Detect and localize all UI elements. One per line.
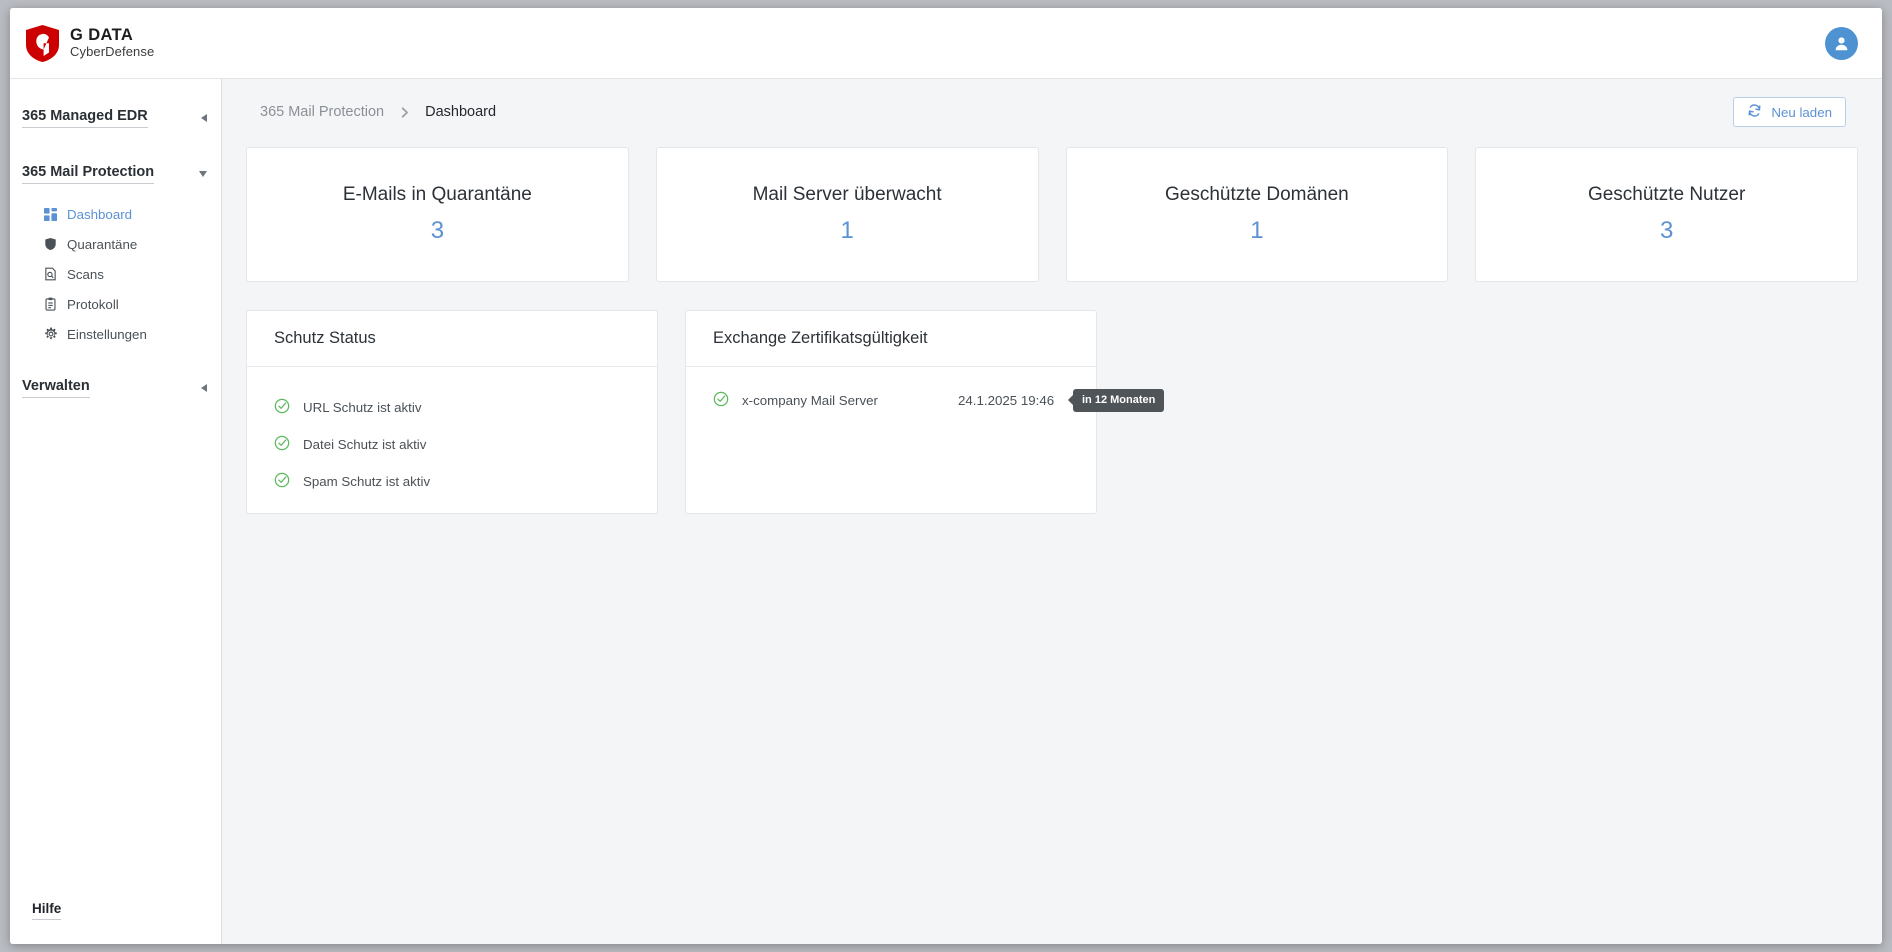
breadcrumb-current: Dashboard bbox=[425, 104, 497, 120]
shield-icon bbox=[43, 237, 58, 252]
sidebar-item-label: Scans bbox=[67, 266, 104, 282]
panel-row: Schutz Status URL Schutz ist aktiv Datei… bbox=[246, 310, 1858, 514]
sidebar-footer: Hilfe bbox=[10, 900, 221, 944]
list-item: URL Schutz ist aktiv bbox=[274, 389, 630, 426]
sidebar-item-label: Einstellungen bbox=[67, 326, 147, 342]
user-avatar[interactable] bbox=[1825, 26, 1858, 60]
sidebar: 365 Managed EDR 365 Mail Protection Dash… bbox=[10, 79, 222, 944]
stat-card-emails-quarantine[interactable]: E-Mails in Quarantäne 3 bbox=[246, 147, 629, 282]
protection-status-panel: Schutz Status URL Schutz ist aktiv Datei… bbox=[246, 310, 658, 514]
stat-card-title: Geschützte Domänen bbox=[1164, 184, 1349, 205]
triangle-down-icon bbox=[199, 171, 207, 177]
refresh-icon bbox=[1747, 103, 1762, 121]
breadcrumb: 365 Mail Protection Dashboard bbox=[260, 104, 496, 120]
list-item: x-company Mail Server 24.1.2025 19:46 in… bbox=[713, 388, 1165, 412]
reload-button[interactable]: Neu laden bbox=[1733, 97, 1846, 127]
stat-card-mail-server-monitored[interactable]: Mail Server überwacht 1 bbox=[655, 147, 1039, 282]
stat-card-value: 1 bbox=[1250, 217, 1264, 244]
stat-card-value: 3 bbox=[430, 217, 445, 244]
certificate-expiry-date: 24.1.2025 19:46 bbox=[958, 392, 1055, 408]
panel-title: Exchange Zertifikatsgültigkeit bbox=[686, 311, 1096, 367]
sidebar-item-label: Quarantäne bbox=[67, 236, 138, 252]
document-search-icon bbox=[43, 267, 58, 282]
sidebar-group-mail-protection[interactable]: 365 Mail Protection bbox=[10, 157, 221, 191]
stat-card-protected-users[interactable]: Geschützte Nutzer 3 bbox=[1475, 147, 1858, 282]
sidebar-item-list: Dashboard Quarantäne Scans Protokoll Ein… bbox=[10, 199, 221, 349]
brand-logo[interactable]: G DATA CyberDefense bbox=[26, 24, 155, 62]
clipboard-icon bbox=[43, 297, 58, 312]
status-label: Spam Schutz ist aktiv bbox=[303, 474, 431, 489]
sidebar-group-label: 365 Managed EDR bbox=[22, 108, 148, 128]
sidebar-item-label: Dashboard bbox=[67, 206, 133, 222]
status-label: Datei Schutz ist aktiv bbox=[303, 437, 427, 452]
sidebar-item-scans[interactable]: Scans bbox=[10, 259, 221, 289]
sidebar-item-label: Protokoll bbox=[67, 296, 119, 312]
certificate-server-name: x-company Mail Server bbox=[742, 392, 878, 408]
sidebar-group-label: Verwalten bbox=[22, 378, 90, 398]
application-window: G DATA CyberDefense 365 Managed EDR 365 … bbox=[10, 8, 1882, 944]
grid-dashboard-icon bbox=[43, 207, 58, 222]
reload-button-label: Neu laden bbox=[1771, 104, 1832, 120]
g-data-shield-icon bbox=[26, 24, 59, 62]
certificate-expiry-tooltip: in 12 Monaten bbox=[1073, 388, 1165, 412]
gear-icon bbox=[43, 327, 58, 342]
check-circle-icon bbox=[274, 398, 290, 417]
body-split: 365 Managed EDR 365 Mail Protection Dash… bbox=[10, 79, 1882, 944]
panel-title: Schutz Status bbox=[247, 311, 657, 367]
sidebar-item-quarantaene[interactable]: Quarantäne bbox=[10, 229, 221, 259]
stat-card-title: Mail Server überwacht bbox=[752, 184, 942, 205]
top-bar: G DATA CyberDefense bbox=[10, 8, 1882, 79]
sidebar-item-protokoll[interactable]: Protokoll bbox=[10, 289, 221, 319]
status-label: URL Schutz ist aktiv bbox=[303, 400, 422, 415]
list-item: Spam Schutz ist aktiv bbox=[274, 463, 630, 500]
stat-card-value: 3 bbox=[1659, 217, 1674, 244]
chevron-right-icon bbox=[398, 106, 411, 119]
certificate-validity-panel: Exchange Zertifikatsgültigkeit x-company… bbox=[685, 310, 1165, 514]
help-link[interactable]: Hilfe bbox=[32, 901, 62, 920]
sidebar-group-label: 365 Mail Protection bbox=[22, 164, 155, 184]
sidebar-group-managed-edr[interactable]: 365 Managed EDR bbox=[10, 101, 221, 135]
stat-card-title: E-Mails in Quarantäne bbox=[342, 184, 532, 205]
check-circle-icon bbox=[274, 472, 290, 491]
check-circle-icon bbox=[713, 391, 729, 410]
triangle-left-icon bbox=[201, 114, 207, 122]
brand-subtitle: CyberDefense bbox=[70, 43, 155, 59]
certificate-list: x-company Mail Server 24.1.2025 19:46 in… bbox=[686, 367, 1165, 513]
breadcrumb-parent[interactable]: 365 Mail Protection bbox=[260, 104, 384, 120]
sidebar-item-dashboard[interactable]: Dashboard bbox=[10, 199, 221, 229]
brand-title: G DATA bbox=[70, 26, 134, 45]
triangle-left-icon bbox=[201, 384, 207, 392]
main-content: 365 Mail Protection Dashboard Neu laden … bbox=[222, 79, 1882, 944]
stat-card-value: 1 bbox=[840, 217, 854, 244]
check-circle-icon bbox=[274, 435, 290, 454]
stat-card-row: E-Mails in Quarantäne 3 Mail Server über… bbox=[246, 147, 1858, 282]
list-item: Datei Schutz ist aktiv bbox=[274, 426, 630, 463]
breadcrumb-row: 365 Mail Protection Dashboard Neu laden bbox=[246, 79, 1858, 145]
sidebar-group-verwalten[interactable]: Verwalten bbox=[10, 371, 221, 405]
protection-status-list: URL Schutz ist aktiv Datei Schutz ist ak… bbox=[247, 367, 657, 513]
stat-card-protected-domains[interactable]: Geschützte Domänen 1 bbox=[1065, 147, 1449, 282]
user-avatar-icon bbox=[1835, 36, 1848, 50]
sidebar-item-einstellungen[interactable]: Einstellungen bbox=[10, 319, 221, 349]
stat-card-title: Geschützte Nutzer bbox=[1587, 184, 1746, 205]
